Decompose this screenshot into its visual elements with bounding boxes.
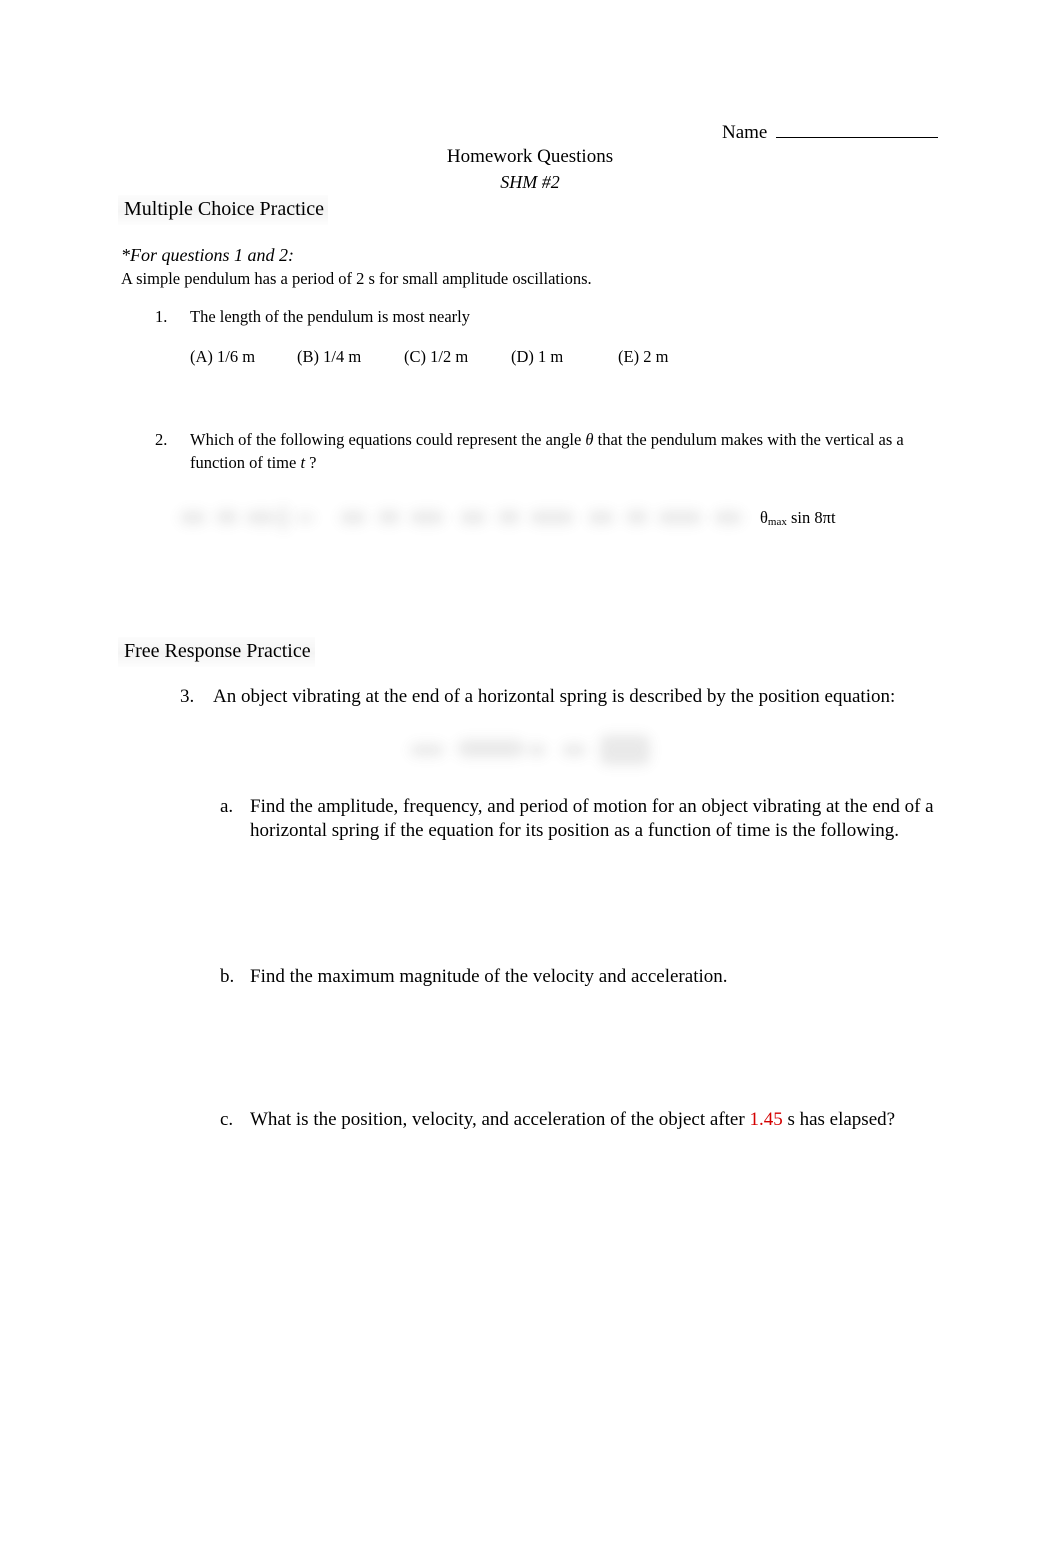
question-3-part-c-text-before: What is the position, velocity, and acce…	[250, 1109, 750, 1130]
name-field-block: Name	[722, 122, 939, 144]
theta-max-symbol: θ	[760, 508, 768, 527]
pendulum-premise-text: A simple pendulum has a period of 2 s fo…	[121, 269, 592, 288]
question-1-choice-a[interactable]: (A) 1/6 m	[190, 347, 297, 367]
question-1: 1. The length of the pendulum is most ne…	[155, 307, 955, 327]
question-2-choice-b-blurred[interactable]	[336, 505, 456, 531]
question-3-elapsed-time-value: 1.45	[749, 1109, 783, 1130]
question-2: 2. Which of the following equations coul…	[155, 428, 945, 475]
question-3-position-equation-blurred	[404, 728, 674, 774]
question-2-choice-a-fraction-blurred	[296, 505, 336, 531]
theta-max-subscript: max	[767, 516, 787, 528]
question-2-text-part1: Which of the following equations could r…	[190, 430, 586, 449]
question-2-choice-e-suffix: sin 8πt	[786, 508, 836, 527]
document-title: Homework Questions	[0, 146, 1062, 168]
name-label: Name	[722, 122, 768, 143]
question-3-part-b-text: Find the maximum magnitude of the veloci…	[250, 966, 728, 987]
question-2-choice-e-label-blurred[interactable]	[712, 505, 752, 531]
question-2-text-part3: ?	[305, 453, 317, 473]
question-3-part-a-letter: a.	[220, 796, 234, 817]
question-2-choice-a-blurred[interactable]	[178, 505, 296, 531]
questions-scope-note: *For questions 1 and 2:	[121, 245, 294, 265]
question-3-part-c-text: What is the position, velocity, and acce…	[250, 1108, 940, 1132]
question-3-part-c-letter: c.	[220, 1109, 234, 1130]
question-3: 3. An object vibrating at the end of a h…	[180, 686, 960, 708]
question-2-choices-row: θmax sin 8πt	[178, 494, 953, 542]
question-1-choice-b[interactable]: (B) 1/4 m	[297, 347, 404, 367]
question-3-part-b-letter: b.	[220, 966, 235, 987]
question-2-choice-e-equation: θmax sin 8πt	[760, 508, 836, 528]
document-title-text: Homework Questions	[446, 146, 614, 167]
question-3-part-a-text: Find the amplitude, frequency, and perio…	[250, 796, 934, 842]
document-subtitle-text: SHM #2	[500, 172, 560, 192]
question-3-equation-smudge	[404, 731, 674, 771]
document-subtitle: SHM #2	[0, 172, 1062, 193]
question-3-number: 3.	[180, 686, 195, 707]
section-heading-free-response: Free Response Practice	[118, 637, 315, 667]
question-3-part-b: b. Find the maximum magnitude of the vel…	[220, 965, 940, 989]
question-3-part-a: a. Find the amplitude, frequency, and pe…	[220, 795, 940, 843]
question-3-part-c: c. What is the position, velocity, and a…	[220, 1108, 940, 1132]
question-1-choice-e[interactable]: (E) 2 m	[618, 347, 668, 367]
question-1-choice-c[interactable]: (C) 1/2 m	[404, 347, 511, 367]
question-3-part-c-text-after: s has elapsed?	[782, 1109, 896, 1130]
question-2-text: Which of the following equations could r…	[190, 428, 945, 475]
question-2-choice-d-blurred[interactable]	[584, 505, 712, 531]
question-1-choices: (A) 1/6 m (B) 1/4 m (C) 1/2 m (D) 1 m (E) 2 …	[190, 347, 950, 367]
section-heading-multiple-choice: Multiple Choice Practice	[118, 195, 328, 225]
question-1-choice-d[interactable]: (D) 1 m	[511, 347, 618, 367]
question-3-text: An object vibrating at the end of a hori…	[213, 686, 896, 707]
theta-symbol: θ	[585, 430, 594, 449]
question-2-choice-c-blurred[interactable]	[456, 505, 584, 531]
question-1-text: The length of the pendulum is most nearl…	[190, 307, 470, 326]
name-blank-line[interactable]	[776, 136, 939, 138]
document-page: Name Homework Questions SHM #2 Multiple …	[0, 0, 1062, 1556]
question-1-number: 1.	[155, 307, 168, 326]
question-2-number: 2.	[155, 430, 168, 449]
